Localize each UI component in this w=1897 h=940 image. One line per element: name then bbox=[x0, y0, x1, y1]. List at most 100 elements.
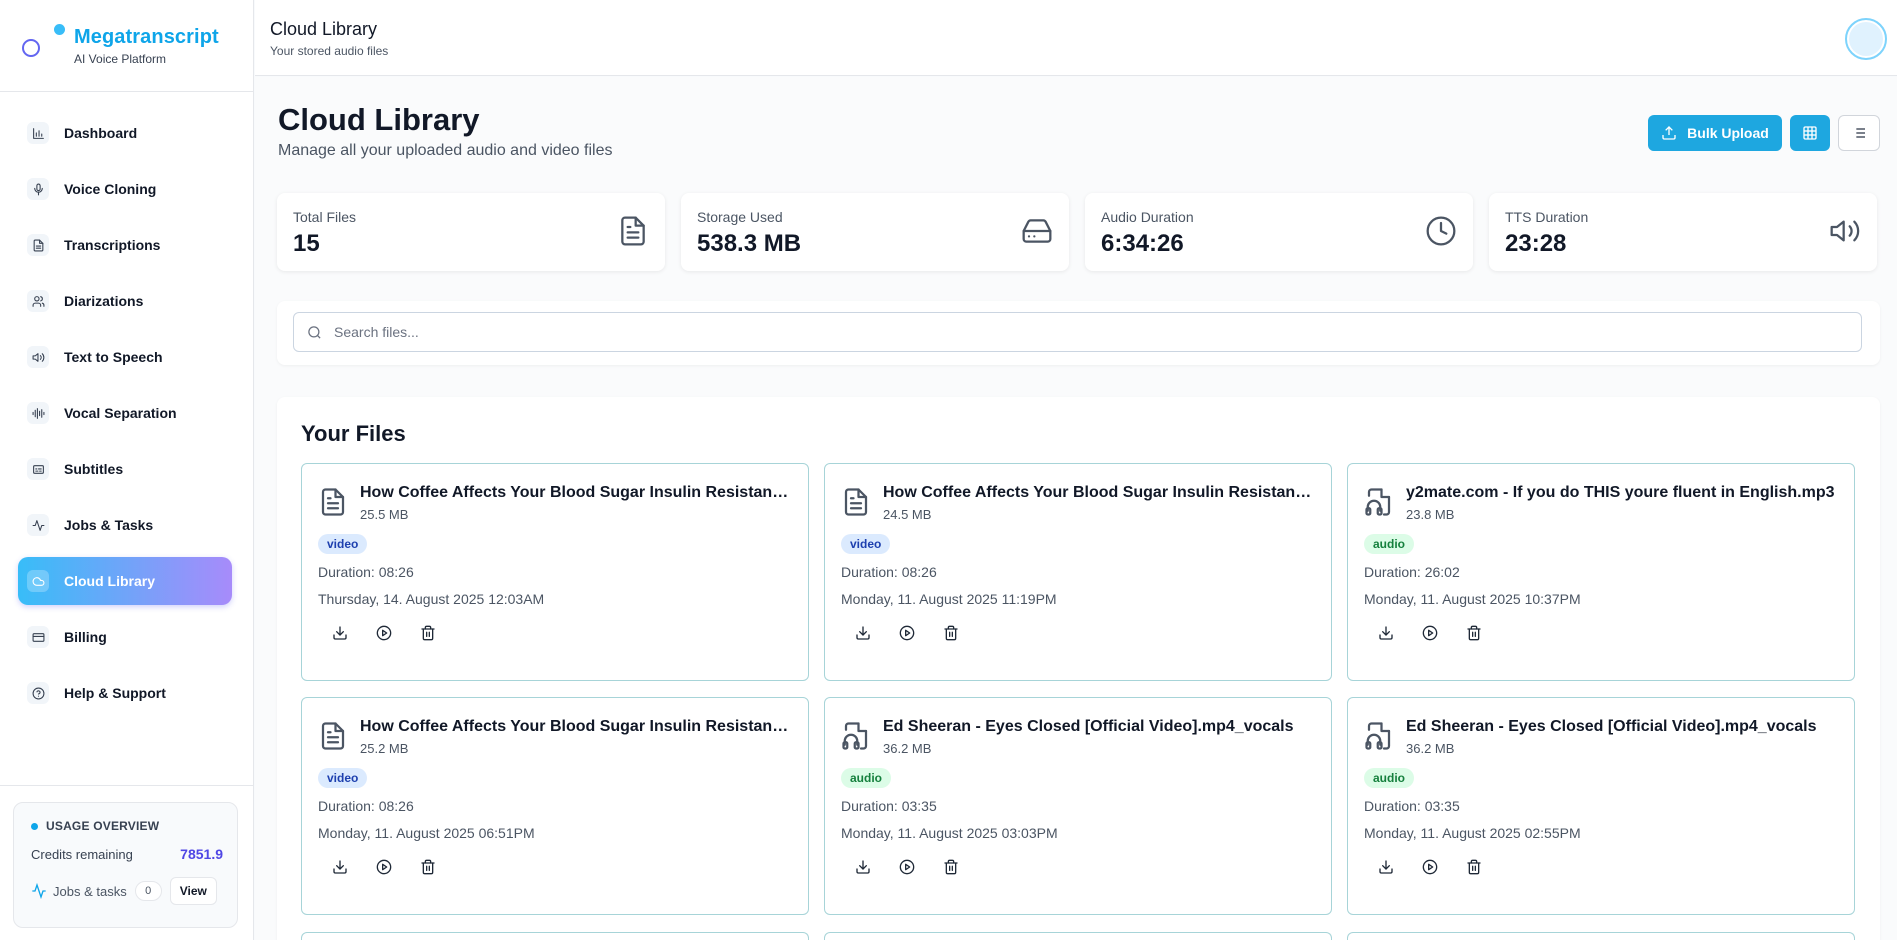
file-duration: Duration: 08:26 bbox=[318, 564, 414, 580]
download-button[interactable] bbox=[330, 623, 350, 643]
stat-value: 6:34:26 bbox=[1101, 230, 1184, 257]
file-date: Monday, 11. August 2025 02:55PM bbox=[1364, 825, 1581, 841]
file-duration: Duration: 03:35 bbox=[841, 798, 937, 814]
trash-icon bbox=[1467, 625, 1481, 641]
sidebar-item-transcriptions[interactable]: Transcriptions bbox=[18, 221, 232, 269]
avatar[interactable] bbox=[1845, 18, 1887, 60]
play-button[interactable] bbox=[1420, 623, 1440, 643]
play-button[interactable] bbox=[374, 623, 394, 643]
file-card[interactable]: Ed Sheeran - Eyes Closed [Official Video… bbox=[1347, 697, 1855, 915]
play-button[interactable] bbox=[897, 857, 917, 877]
file-duration: Duration: 03:35 bbox=[1364, 798, 1460, 814]
file-card[interactable] bbox=[301, 932, 809, 940]
stat-label: Storage Used bbox=[697, 209, 783, 225]
file-size: 36.2 MB bbox=[883, 741, 932, 756]
file-size: 25.5 MB bbox=[360, 507, 409, 522]
main-content: Cloud Library Manage all your uploaded a… bbox=[255, 77, 1897, 940]
sidebar-item-label: Subtitles bbox=[64, 461, 124, 477]
search-icon bbox=[308, 325, 321, 339]
sidebar-item-jobs-tasks[interactable]: Jobs & Tasks bbox=[18, 501, 232, 549]
status-dot-icon bbox=[31, 822, 38, 830]
search-input[interactable] bbox=[334, 324, 1834, 340]
sidebar-item-voice-cloning[interactable]: Voice Cloning bbox=[18, 165, 232, 213]
search-box[interactable] bbox=[293, 312, 1862, 352]
users-icon bbox=[27, 290, 49, 312]
view-jobs-button[interactable]: View bbox=[169, 877, 217, 905]
download-button[interactable] bbox=[1376, 857, 1396, 877]
file-name: How Coffee Affects Your Blood Sugar Insu… bbox=[360, 484, 790, 501]
sidebar-item-label: Jobs & Tasks bbox=[64, 517, 154, 533]
brand-name: Megatranscript bbox=[74, 25, 219, 48]
download-button[interactable] bbox=[330, 857, 350, 877]
delete-button[interactable] bbox=[941, 857, 961, 877]
delete-button[interactable] bbox=[418, 623, 438, 643]
bulk-upload-button[interactable]: Bulk Upload bbox=[1648, 115, 1782, 151]
bar-chart-icon bbox=[27, 122, 49, 144]
download-button[interactable] bbox=[853, 623, 873, 643]
download-button[interactable] bbox=[853, 857, 873, 877]
delete-button[interactable] bbox=[941, 623, 961, 643]
play-circle-icon bbox=[376, 859, 392, 875]
grid-icon bbox=[1803, 126, 1817, 140]
play-button[interactable] bbox=[897, 623, 917, 643]
file-text-icon bbox=[318, 720, 348, 756]
sidebar-item-label: Dashboard bbox=[64, 125, 138, 141]
play-button[interactable] bbox=[1420, 857, 1440, 877]
download-button[interactable] bbox=[1376, 623, 1396, 643]
sidebar-item-label: Text to Speech bbox=[64, 349, 163, 365]
sidebar-item-cloud-library[interactable]: Cloud Library bbox=[18, 557, 232, 605]
file-card[interactable] bbox=[1347, 932, 1855, 940]
stat-label: Total Files bbox=[293, 209, 357, 225]
credits-value: 7851.9 bbox=[180, 846, 223, 862]
grid-view-button[interactable] bbox=[1790, 115, 1830, 151]
trash-icon bbox=[1467, 859, 1481, 875]
file-size: 23.8 MB bbox=[1406, 507, 1455, 522]
files-card: Your Files How Coffee Affects Your Blood… bbox=[277, 397, 1880, 940]
download-icon bbox=[333, 626, 347, 640]
jobs-row: Jobs & tasks 0 View bbox=[31, 877, 223, 905]
header-title: Cloud Library bbox=[270, 19, 378, 39]
activity-icon bbox=[27, 514, 49, 536]
sidebar-item-billing[interactable]: Billing bbox=[18, 613, 232, 661]
sidebar-item-help-support[interactable]: Help & Support bbox=[18, 669, 232, 717]
speaker-icon bbox=[27, 346, 49, 368]
file-text-icon bbox=[318, 486, 348, 522]
list-view-button[interactable] bbox=[1838, 115, 1880, 151]
brand-subtitle: AI Voice Platform bbox=[74, 51, 167, 66]
delete-button[interactable] bbox=[418, 857, 438, 877]
search-card bbox=[277, 301, 1880, 365]
trash-icon bbox=[944, 859, 958, 875]
file-name: Ed Sheeran - Eyes Closed [Official Video… bbox=[1406, 718, 1817, 735]
file-card[interactable]: Ed Sheeran - Eyes Closed [Official Video… bbox=[824, 697, 1332, 915]
file-card[interactable]: How Coffee Affects Your Blood Sugar Insu… bbox=[301, 463, 809, 681]
sidebar-item-text-to-speech[interactable]: Text to Speech bbox=[18, 333, 232, 381]
sidebar-item-dashboard[interactable]: Dashboard bbox=[18, 109, 232, 157]
mic-icon bbox=[27, 178, 49, 200]
captions-icon bbox=[27, 458, 49, 480]
file-type-badge: audio bbox=[841, 768, 891, 788]
sidebar-item-vocal-separation[interactable]: Vocal Separation bbox=[18, 389, 232, 437]
download-icon bbox=[333, 860, 347, 874]
play-circle-icon bbox=[899, 625, 915, 641]
sidebar-item-label: Voice Cloning bbox=[64, 181, 157, 197]
file-card[interactable]: How Coffee Affects Your Blood Sugar Insu… bbox=[824, 463, 1332, 681]
file-card[interactable] bbox=[824, 932, 1332, 940]
file-card[interactable]: How Coffee Affects Your Blood Sugar Insu… bbox=[301, 697, 809, 915]
file-date: Monday, 11. August 2025 11:19PM bbox=[841, 591, 1057, 607]
file-card[interactable]: y2mate.com - If you do THIS youre fluent… bbox=[1347, 463, 1855, 681]
stat-label: Audio Duration bbox=[1101, 209, 1194, 225]
trash-icon bbox=[421, 625, 435, 641]
sidebar-item-subtitles[interactable]: Subtitles bbox=[18, 445, 232, 493]
document-icon bbox=[27, 234, 49, 256]
usage-overview: USAGE OVERVIEW Credits remaining 7851.9 … bbox=[13, 802, 238, 928]
brand[interactable]: Megatranscript AI Voice Platform bbox=[0, 0, 253, 92]
page-title: Cloud Library bbox=[278, 102, 480, 137]
delete-button[interactable] bbox=[1464, 623, 1484, 643]
sidebar: Megatranscript AI Voice Platform Dashboa… bbox=[0, 0, 254, 940]
delete-button[interactable] bbox=[1464, 857, 1484, 877]
file-icon bbox=[617, 215, 649, 247]
sidebar-item-diarizations[interactable]: Diarizations bbox=[18, 277, 232, 325]
file-actions bbox=[330, 857, 808, 877]
top-header: Cloud Library Your stored audio files bbox=[255, 0, 1897, 76]
play-button[interactable] bbox=[374, 857, 394, 877]
